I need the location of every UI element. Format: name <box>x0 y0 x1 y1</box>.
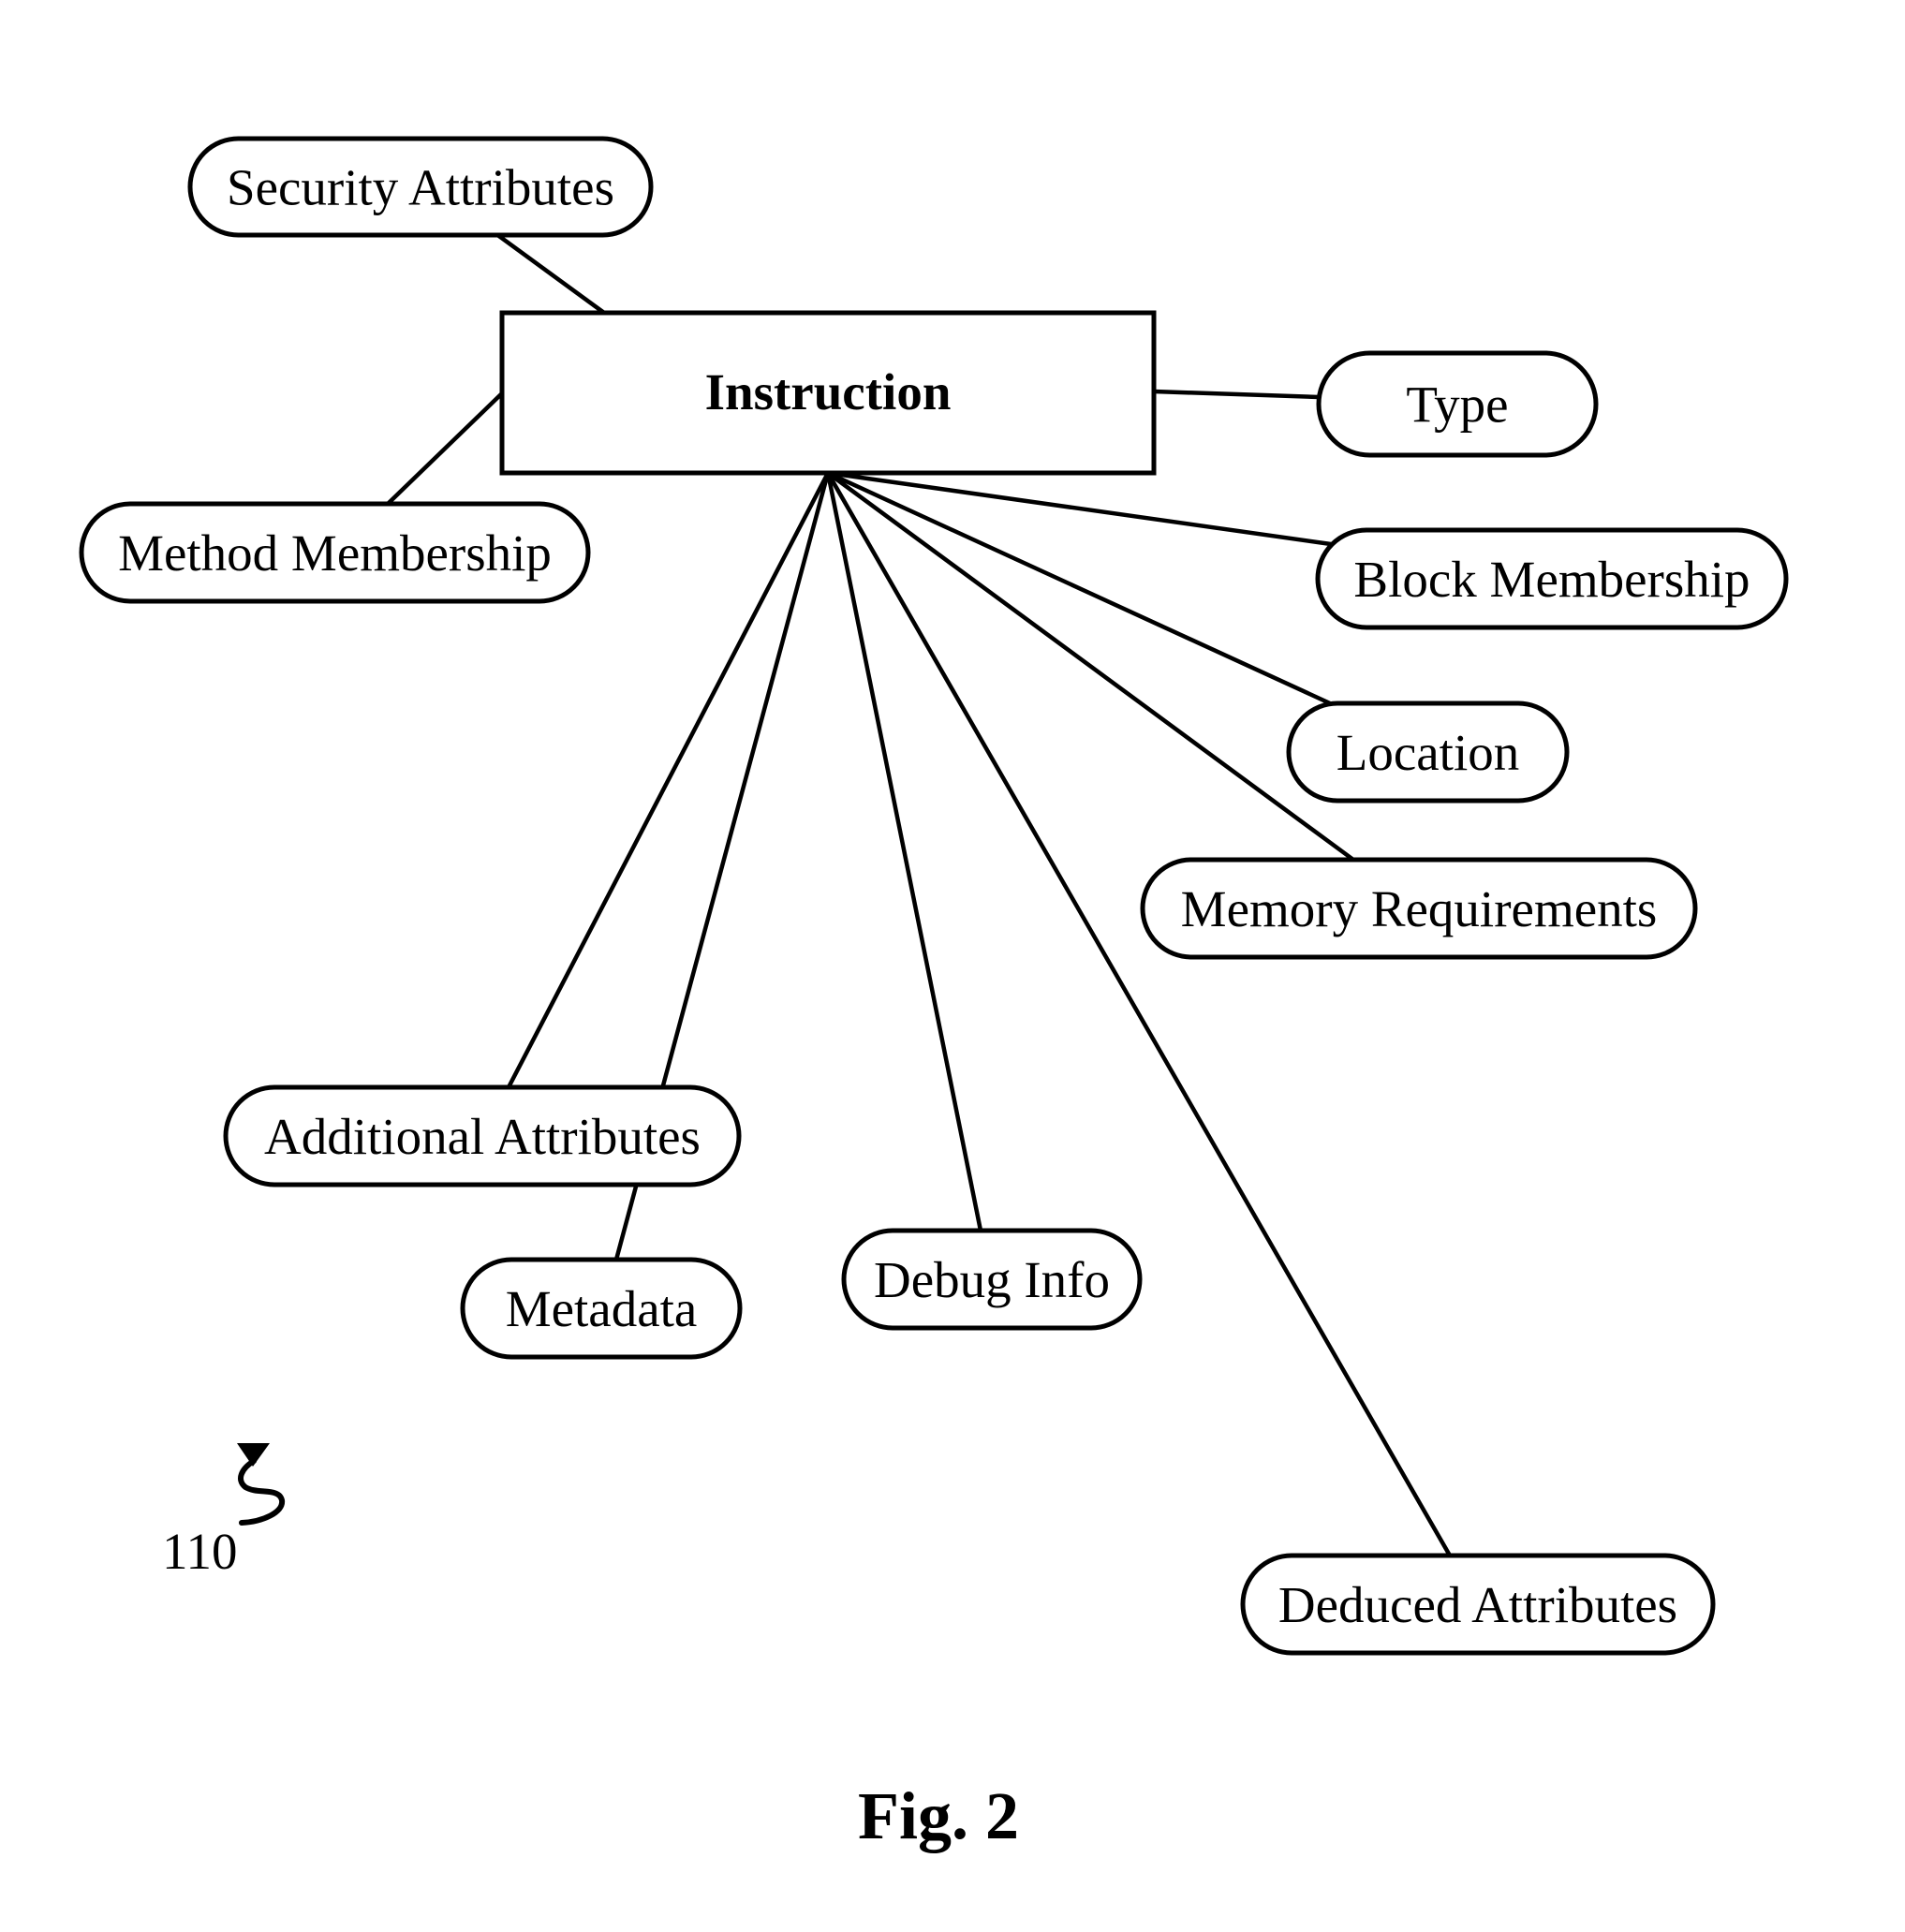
edge-instruction-to-deduced-attributes <box>826 471 1452 1557</box>
attribute-node-debug-info: Debug Info <box>841 1228 1143 1331</box>
attribute-label-additional-attributes: Additional Attributes <box>264 1108 701 1165</box>
instruction-label: Instruction <box>705 363 952 420</box>
attribute-label-security-attributes: Security Attributes <box>227 159 614 216</box>
attribute-label-metadata: Metadata <box>506 1280 698 1337</box>
attribute-node-deduced-attributes: Deduced Attributes <box>1240 1553 1716 1656</box>
attribute-node-additional-attributes: Additional Attributes <box>223 1084 742 1187</box>
figure-caption: Fig. 2 <box>858 1778 1019 1853</box>
attribute-label-deduced-attributes: Deduced Attributes <box>1278 1576 1677 1633</box>
attribute-label-memory-requirements: Memory Requirements <box>1181 880 1658 937</box>
edge-instruction-to-method-membership <box>386 391 504 506</box>
edge-instruction-to-security-attributes <box>495 232 606 315</box>
attribute-label-block-membership: Block Membership <box>1353 551 1750 608</box>
attribute-label-location: Location <box>1336 724 1519 781</box>
instruction-node: Instruction <box>499 310 1157 476</box>
attribute-label-type: Type <box>1406 376 1508 434</box>
edge-instruction-to-debug-info <box>825 472 983 1231</box>
attribute-label-debug-info: Debug Info <box>874 1251 1110 1308</box>
nodes: Instruction Security Attributes Method Me… <box>79 136 1789 1656</box>
attribute-node-method-membership: Method Membership <box>79 501 591 604</box>
attribute-node-security-attributes: Security Attributes <box>187 136 654 238</box>
reference-arrowhead-icon <box>237 1443 270 1467</box>
edge-instruction-to-memory-requirements <box>826 471 1355 862</box>
edge-instruction-to-type <box>1153 389 1320 400</box>
attribute-node-block-membership: Block Membership <box>1315 527 1789 630</box>
attribute-node-metadata: Metadata <box>460 1257 743 1360</box>
instruction-attribute-diagram: Instruction Security Attributes Method Me… <box>79 136 1789 1853</box>
reference-numeral: 110 <box>162 1523 237 1580</box>
attribute-node-type: Type <box>1316 350 1599 458</box>
attribute-label-method-membership: Method Membership <box>118 524 552 582</box>
attribute-node-memory-requirements: Memory Requirements <box>1140 857 1698 960</box>
attribute-node-location: Location <box>1286 701 1570 804</box>
reference-numeral-group: 110 <box>162 1443 285 1580</box>
reference-arrow-icon <box>238 1458 285 1526</box>
